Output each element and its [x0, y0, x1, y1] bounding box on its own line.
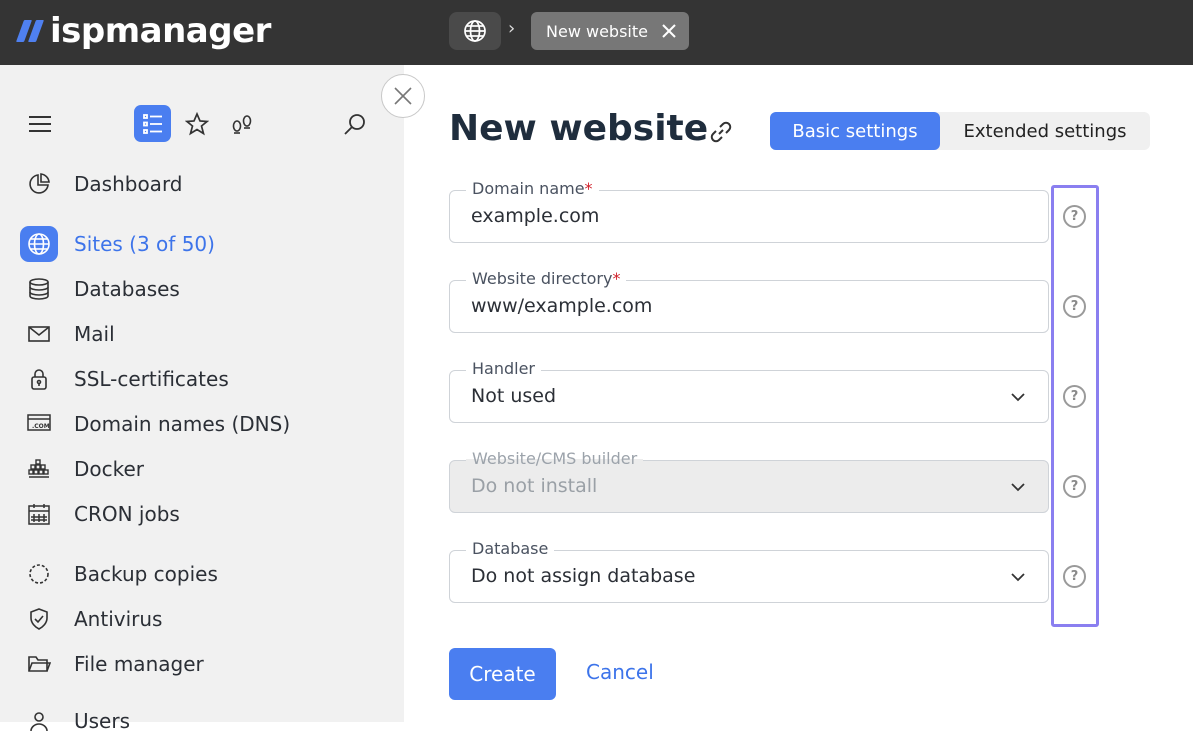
help-icon[interactable]: ? [1063, 385, 1086, 408]
cms-builder-value: Do not install [471, 475, 598, 497]
sidebar-item-dns[interactable]: .COM Domain names (DNS) [20, 406, 390, 442]
sidebar-item-cron[interactable]: CRON jobs [20, 496, 390, 532]
page-title: New website [449, 108, 709, 149]
breadcrumb-separator: › [508, 18, 516, 39]
sidebar-item-label: File manager [74, 652, 204, 676]
website-directory-value: www/example.com [471, 295, 653, 317]
top-bar: ispmanager › New website [0, 0, 1193, 65]
database-select[interactable]: Database Do not assign database [449, 539, 1049, 603]
footprints-icon [232, 115, 252, 134]
cms-builder-select: Website/CMS builder Do not install [449, 449, 1049, 513]
sidebar-item-label: Users [74, 709, 131, 733]
sidebar-search-button[interactable] [342, 111, 368, 137]
handler-label: Handler [466, 359, 541, 379]
close-tab-icon[interactable] [659, 21, 679, 41]
list-icon [142, 113, 162, 134]
sidebar-item-file-manager[interactable]: File manager [20, 646, 390, 682]
help-icon[interactable]: ? [1063, 565, 1086, 588]
close-sidebar-button[interactable] [381, 74, 425, 118]
sidebar-item-backup[interactable]: Backup copies [20, 556, 390, 592]
sidebar-item-label: Databases [74, 277, 180, 301]
tab-label: New website [546, 21, 648, 41]
link-icon [710, 121, 732, 143]
database-value: Do not assign database [471, 565, 696, 587]
svg-text:.COM: .COM [32, 423, 50, 430]
tab-new-website[interactable]: New website [531, 12, 689, 50]
docker-icon [20, 451, 58, 487]
shield-icon [20, 601, 58, 637]
globe-icon [464, 20, 486, 42]
create-button[interactable]: Create [449, 648, 556, 700]
domain-name-value: example.com [471, 205, 600, 227]
sidebar-item-databases[interactable]: Databases [20, 271, 390, 307]
domain-name-field[interactable]: Domain name* example.com [449, 179, 1049, 243]
sidebar-item-label: CRON jobs [74, 502, 180, 526]
sidebar-item-docker[interactable]: Docker [20, 451, 390, 487]
breadcrumb-home-button[interactable] [449, 12, 501, 50]
star-icon [185, 112, 209, 136]
globe-icon [20, 226, 58, 262]
mail-icon [20, 316, 58, 352]
sidebar-item-mail[interactable]: Mail [20, 316, 390, 352]
search-icon [344, 114, 365, 135]
sidebar-item-label: Sites (3 of 50) [74, 232, 215, 256]
close-icon [394, 87, 412, 105]
favorites-button[interactable] [184, 111, 210, 137]
cms-builder-label: Website/CMS builder [466, 449, 644, 469]
settings-tabs: Basic settings Extended settings [770, 112, 1150, 150]
sidebar-item-label: Domain names (DNS) [74, 412, 291, 436]
user-icon [20, 703, 58, 739]
sidebar-item-label: Mail [74, 322, 115, 346]
sidebar-item-label: Backup copies [74, 562, 218, 586]
chevron-down-icon [1011, 393, 1025, 402]
tab-extended-settings[interactable]: Extended settings [940, 112, 1150, 150]
handler-select[interactable]: Handler Not used [449, 359, 1049, 423]
help-icon[interactable]: ? [1063, 475, 1086, 498]
sidebar-item-dashboard[interactable]: Dashboard [20, 166, 390, 202]
pie-chart-icon [20, 166, 58, 202]
website-directory-label: Website directory* [466, 269, 627, 289]
calendar-icon [20, 496, 58, 532]
sidebar-item-sites[interactable]: Sites (3 of 50) [20, 226, 390, 262]
tab-basic-settings[interactable]: Basic settings [770, 112, 940, 150]
logo-text: ispmanager [50, 11, 271, 51]
folder-icon [20, 646, 58, 682]
sidebar-item-label: SSL-certificates [74, 367, 229, 391]
sidebar-item-antivirus[interactable]: Antivirus [20, 601, 390, 637]
history-button[interactable] [229, 111, 255, 137]
menu-toggle-button[interactable] [26, 111, 54, 137]
sidebar: Dashboard Sites (3 of 50) Databases Mail… [0, 65, 404, 733]
database-label: Database [466, 539, 555, 559]
sidebar-item-label: Dashboard [74, 172, 183, 196]
chevron-down-icon [1011, 483, 1025, 492]
backup-icon [20, 556, 58, 592]
ispmanager-logo[interactable]: ispmanager [15, 8, 271, 54]
sidebar-item-ssl[interactable]: SSL-certificates [20, 361, 390, 397]
help-icon[interactable]: ? [1063, 295, 1086, 318]
lock-icon [20, 361, 58, 397]
list-view-button[interactable] [134, 105, 171, 142]
dns-icon: .COM [20, 406, 58, 442]
website-directory-field[interactable]: Website directory* www/example.com [449, 269, 1049, 333]
database-icon [20, 271, 58, 307]
sidebar-item-label: Docker [74, 457, 145, 481]
cancel-button[interactable]: Cancel [586, 660, 654, 684]
handler-value: Not used [471, 385, 557, 407]
help-icon[interactable]: ? [1063, 205, 1086, 228]
logo-mark [15, 20, 45, 42]
domain-name-label: Domain name* [466, 179, 599, 199]
sidebar-item-label: Antivirus [74, 607, 163, 631]
chevron-down-icon [1011, 573, 1025, 582]
copy-link-button[interactable] [707, 118, 735, 150]
menu-icon [29, 116, 51, 132]
sidebar-item-users[interactable]: Users [20, 703, 390, 739]
